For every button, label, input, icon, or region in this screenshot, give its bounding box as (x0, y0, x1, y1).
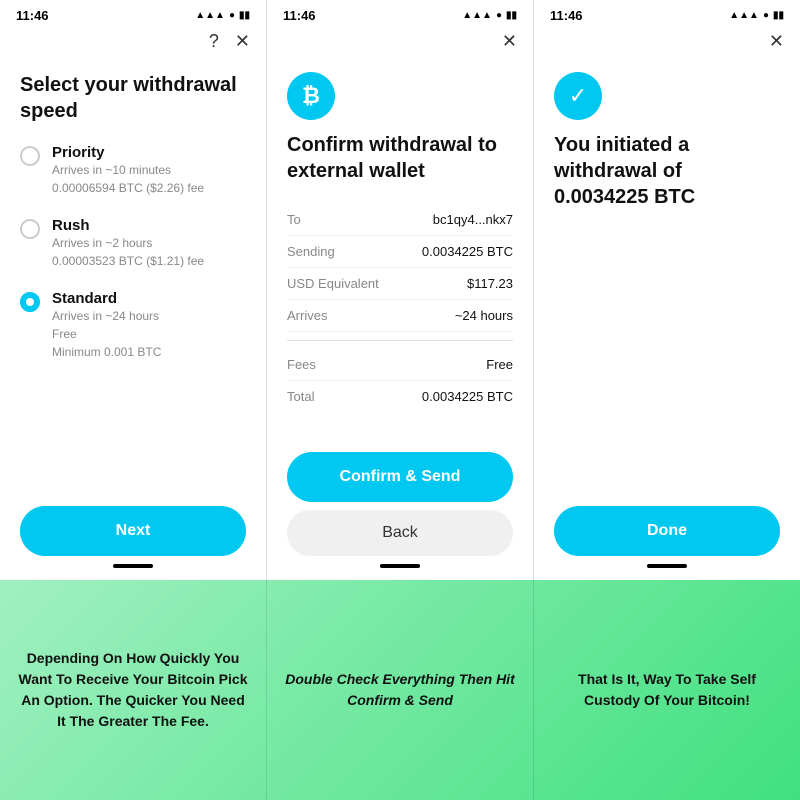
status-time-1: 11:46 (16, 8, 49, 23)
status-bar-3: 11:46 ▲▲▲ ● ▮▮ (534, 0, 800, 27)
detail-fees: Fees Free (287, 349, 513, 381)
status-bar-2: 11:46 ▲▲▲ ● ▮▮ (267, 0, 533, 27)
status-icons-2: ▲▲▲ ● ▮▮ (462, 10, 517, 21)
signal-icon-2: ▲▲▲ (462, 10, 492, 21)
signal-icon: ▲▲▲ (195, 10, 225, 21)
detail-label-sending: Sending (287, 244, 335, 259)
panel-header-3: ✕ (534, 27, 800, 60)
detail-value-usd: $117.23 (467, 276, 513, 291)
back-button[interactable]: Back (287, 510, 513, 556)
panel-content-3: ✓ You initiated a withdrawal of 0.003422… (534, 60, 800, 506)
bottom-section: Depending On How Quickly You Want To Rec… (0, 580, 800, 800)
detail-label-fees: Fees (287, 357, 316, 372)
home-bar-2 (380, 564, 420, 568)
detail-sending: Sending 0.0034225 BTC (287, 236, 513, 268)
radio-priority[interactable] (20, 146, 40, 166)
option-priority[interactable]: Priority Arrives in ~10 minutes0.0000659… (20, 144, 246, 197)
panel-success: 11:46 ▲▲▲ ● ▮▮ ✕ ✓ You initiated a withd… (534, 0, 800, 580)
option-text-priority: Priority Arrives in ~10 minutes0.0000659… (52, 144, 204, 197)
detail-value-total: 0.0034225 BTC (422, 389, 513, 404)
radio-inner-standard (26, 298, 34, 306)
help-icon[interactable]: ? (209, 31, 219, 52)
wifi-icon-3: ● (763, 10, 769, 21)
option-name-rush: Rush (52, 217, 204, 234)
option-name-standard: Standard (52, 290, 161, 307)
detail-label-usd: USD Equivalent (287, 276, 379, 291)
next-button[interactable]: Next (20, 506, 246, 556)
battery-icon-2: ▮▮ (506, 10, 517, 21)
option-desc-standard: Arrives in ~24 hoursFreeMinimum 0.001 BT… (52, 307, 161, 361)
radio-rush[interactable] (20, 219, 40, 239)
detail-total: Total 0.0034225 BTC (287, 381, 513, 412)
close-icon-3[interactable]: ✕ (769, 31, 784, 52)
option-text-standard: Standard Arrives in ~24 hoursFreeMinimum… (52, 290, 161, 361)
bottom-caption-1: Depending On How Quickly You Want To Rec… (16, 648, 250, 732)
status-time-3: 11:46 (550, 8, 583, 23)
radio-standard[interactable] (20, 292, 40, 312)
panel-title-1: Select your withdrawal speed (20, 72, 246, 124)
status-icons-3: ▲▲▲ ● ▮▮ (729, 10, 784, 21)
buttons-area-2: Confirm & Send Back (267, 452, 533, 580)
bottom-caption-3: That Is It, Way To Take Self Custody Of … (550, 669, 784, 711)
close-icon-2[interactable]: ✕ (502, 31, 517, 52)
panel-header-2: ✕ (267, 27, 533, 60)
detail-label-to: To (287, 212, 301, 227)
confirm-send-button[interactable]: Confirm & Send (287, 452, 513, 502)
panel-content-1: Select your withdrawal speed Priority Ar… (0, 60, 266, 506)
detail-usd: USD Equivalent $117.23 (287, 268, 513, 300)
done-button[interactable]: Done (554, 506, 780, 556)
bottom-panel-3: That Is It, Way To Take Self Custody Of … (534, 580, 800, 800)
option-desc-priority: Arrives in ~10 minutes0.00006594 BTC ($2… (52, 161, 204, 197)
detail-value-fees: Free (486, 357, 513, 372)
detail-value-arrives: ~24 hours (455, 308, 513, 323)
panel-title-2: Confirm withdrawal to external wallet (287, 132, 513, 184)
panel-title-3: You initiated a withdrawal of 0.0034225 … (554, 132, 780, 210)
close-icon-1[interactable]: ✕ (235, 31, 250, 52)
buttons-area-1: Next (0, 506, 266, 580)
detail-label-arrives: Arrives (287, 308, 327, 323)
option-rush[interactable]: Rush Arrives in ~2 hours0.00003523 BTC (… (20, 217, 246, 270)
status-time-2: 11:46 (283, 8, 316, 23)
panel-content-2: ₿ Confirm withdrawal to external wallet … (267, 60, 533, 452)
detail-value-to: bc1qy4...nkx7 (433, 212, 513, 227)
signal-icon-3: ▲▲▲ (729, 10, 759, 21)
detail-to: To bc1qy4...nkx7 (287, 204, 513, 236)
bottom-bar-1 (0, 556, 266, 576)
battery-icon-3: ▮▮ (773, 10, 784, 21)
panel-confirm: 11:46 ▲▲▲ ● ▮▮ ✕ ₿ Confirm withdrawal to… (267, 0, 534, 580)
bottom-panel-1: Depending On How Quickly You Want To Rec… (0, 580, 267, 800)
divider (287, 340, 513, 341)
detail-label-total: Total (287, 389, 314, 404)
home-bar-3 (647, 564, 687, 568)
panel-header-1: ? ✕ (0, 27, 266, 60)
status-bar-1: 11:46 ▲▲▲ ● ▮▮ (0, 0, 266, 27)
option-name-priority: Priority (52, 144, 204, 161)
wifi-icon-2: ● (496, 10, 502, 21)
home-bar-1 (113, 564, 153, 568)
detail-arrives: Arrives ~24 hours (287, 300, 513, 332)
option-text-rush: Rush Arrives in ~2 hours0.00003523 BTC (… (52, 217, 204, 270)
bottom-caption-2: Double Check Everything Then Hit Confirm… (283, 669, 517, 711)
buttons-area-3: Done (534, 506, 800, 580)
bottom-panel-2: Double Check Everything Then Hit Confirm… (267, 580, 534, 800)
option-standard[interactable]: Standard Arrives in ~24 hoursFreeMinimum… (20, 290, 246, 361)
bottom-bar-2 (267, 556, 533, 576)
panel-withdrawal-speed: 11:46 ▲▲▲ ● ▮▮ ? ✕ Select your withdrawa… (0, 0, 267, 580)
check-icon: ✓ (554, 72, 602, 120)
btc-icon: ₿ (287, 72, 335, 120)
battery-icon: ▮▮ (239, 10, 250, 21)
wifi-icon: ● (229, 10, 235, 21)
bottom-bar-3 (534, 556, 800, 576)
top-section: 11:46 ▲▲▲ ● ▮▮ ? ✕ Select your withdrawa… (0, 0, 800, 580)
option-desc-rush: Arrives in ~2 hours0.00003523 BTC ($1.21… (52, 234, 204, 270)
status-icons-1: ▲▲▲ ● ▮▮ (195, 10, 250, 21)
detail-value-sending: 0.0034225 BTC (422, 244, 513, 259)
